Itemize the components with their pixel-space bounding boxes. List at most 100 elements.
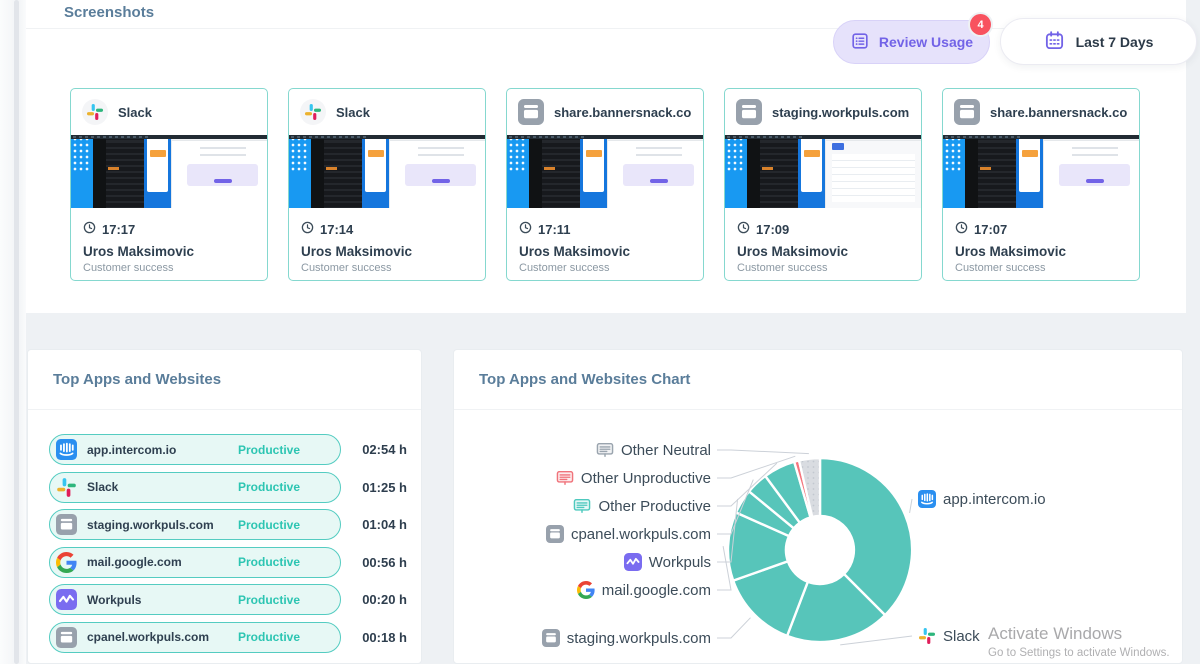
top-app-pill[interactable]: mail.google.com Productive: [49, 547, 341, 578]
browser-icon: [954, 99, 980, 125]
top-app-row: staging.workpuls.com Productive 01:04 h: [49, 509, 407, 540]
top-apps-panel-title: Top Apps and Websites: [28, 350, 421, 410]
screenshot-card-header: share.bannersnack.com: [943, 89, 1139, 135]
browser-icon: [56, 627, 77, 648]
top-app-row: Slack Productive 01:25 h: [49, 472, 407, 503]
monitor-icon: [596, 441, 614, 459]
productivity-label: Productive: [238, 593, 300, 607]
app-name: cpanel.workpuls.com: [87, 630, 209, 644]
screenshot-user-team: Customer success: [955, 262, 1127, 274]
screenshot-card[interactable]: share.bannersnack.com 17:07 Uros Maksimo…: [942, 88, 1140, 281]
slack-icon: [918, 627, 936, 645]
app-name: app.intercom.io: [87, 443, 176, 457]
screenshot-user-name: Uros Maksimovic: [737, 244, 909, 259]
screenshot-card[interactable]: share.bannersnack.com 17:11 Uros Maksimo…: [506, 88, 704, 281]
screenshot-card[interactable]: Slack 17:17 Uros Maksimovic Customer suc…: [70, 88, 268, 281]
screenshot-thumbnail[interactable]: [943, 135, 1139, 212]
app-usage-time: 00:18 h: [341, 630, 407, 645]
productivity-label: Productive: [238, 480, 300, 494]
intercom-icon: [918, 490, 936, 508]
screenshot-time: 17:17: [102, 222, 135, 237]
review-usage-badge: 4: [970, 14, 991, 35]
screenshot-card[interactable]: staging.workpuls.com 17:09 Uros Maksimov…: [724, 88, 922, 281]
monitor-icon: [573, 497, 591, 515]
review-usage-label: Review Usage: [879, 34, 973, 50]
chart-callout-label: app.intercom.io: [918, 490, 1046, 508]
productivity-label: Productive: [238, 630, 300, 644]
activate-windows-watermark: Activate Windows Go to Settings to activ…: [988, 624, 1170, 659]
screenshot-user-name: Uros Maksimovic: [301, 244, 473, 259]
slack-icon: [300, 99, 326, 125]
chart-label-text: Other Neutral: [621, 442, 711, 459]
browser-icon: [736, 99, 762, 125]
browser-icon: [546, 525, 564, 543]
chart-label-text: cpanel.workpuls.com: [571, 526, 711, 543]
top-app-pill[interactable]: cpanel.workpuls.com Productive: [49, 622, 341, 653]
screenshot-thumbnail[interactable]: [725, 135, 921, 212]
top-app-row: Workpuls Productive 00:20 h: [49, 584, 407, 615]
top-apps-panel: Top Apps and Websites app.intercom.io Pr…: [27, 349, 422, 664]
date-range-button[interactable]: Last 7 Days: [1000, 18, 1197, 65]
top-app-pill[interactable]: staging.workpuls.com Productive: [49, 509, 341, 540]
screenshot-time: 17:09: [756, 222, 789, 237]
clock-icon: [301, 221, 314, 237]
screenshot-card[interactable]: Slack 17:14 Uros Maksimovic Customer suc…: [288, 88, 486, 281]
productivity-label: Productive: [238, 443, 300, 457]
top-app-pill[interactable]: app.intercom.io Productive: [49, 434, 341, 465]
screenshot-card-header: Slack: [71, 89, 267, 135]
top-apps-chart-panel: Top Apps and Websites Chart app.intercom…: [453, 349, 1183, 664]
screenshot-app-name: share.bannersnack.com: [990, 105, 1128, 120]
screenshot-user-name: Uros Maksimovic: [83, 244, 255, 259]
monitor-icon: [556, 469, 574, 487]
workpuls-dashboard: { "screenshots_section": { "title": "Scr…: [0, 0, 1200, 664]
chart-leader-line: [717, 618, 751, 638]
app-usage-time: 00:20 h: [341, 592, 407, 607]
intercom-icon: [56, 439, 77, 460]
app-usage-time: 00:56 h: [341, 555, 407, 570]
app-usage-time: 01:04 h: [341, 517, 407, 532]
review-usage-button[interactable]: Review Usage 4: [833, 20, 990, 64]
screenshot-user-name: Uros Maksimovic: [519, 244, 691, 259]
app-name: Slack: [87, 480, 118, 494]
screenshot-app-name: Slack: [118, 105, 152, 120]
productivity-label: Productive: [238, 518, 300, 532]
chart-callout-label: Other Neutral: [596, 441, 711, 459]
top-app-row: cpanel.workpuls.com Productive 00:18 h: [49, 622, 407, 653]
clock-icon: [83, 221, 96, 237]
screenshot-app-name: staging.workpuls.com: [772, 105, 909, 120]
date-range-label: Last 7 Days: [1076, 34, 1154, 50]
screenshot-thumbnail[interactable]: [507, 135, 703, 212]
watermark-line2: Go to Settings to activate Windows.: [988, 647, 1170, 659]
chart-leader-line: [910, 499, 912, 513]
sidebar-scrollbar[interactable]: [14, 0, 19, 664]
screenshot-user-team: Customer success: [737, 262, 909, 274]
screenshot-card-header: Slack: [289, 89, 485, 135]
chart-label-text: Other Productive: [598, 498, 711, 515]
chart-label-text: Workpuls: [649, 554, 711, 571]
top-app-pill[interactable]: Slack Productive: [49, 472, 341, 503]
browser-icon: [518, 99, 544, 125]
screenshot-time: 17:14: [320, 222, 353, 237]
screenshot-card-meta: 17:11 Uros Maksimovic Customer success: [507, 212, 703, 274]
chart-leader-line: [717, 450, 809, 454]
screenshot-cards-row: Slack 17:17 Uros Maksimovic Customer suc…: [70, 88, 1140, 281]
chart-panel-title: Top Apps and Websites Chart: [454, 350, 1182, 410]
chart-label-text: Other Unproductive: [581, 470, 711, 487]
chart-label-text: Slack: [943, 628, 980, 645]
google-icon: [577, 581, 595, 599]
screenshot-card-header: share.bannersnack.com: [507, 89, 703, 135]
chart-label-text: app.intercom.io: [943, 491, 1046, 508]
chart-callout-label: mail.google.com: [577, 581, 711, 599]
app-name: mail.google.com: [87, 555, 182, 569]
screenshot-card-meta: 17:14 Uros Maksimovic Customer success: [289, 212, 485, 274]
screenshot-user-team: Customer success: [83, 262, 255, 274]
chart-label-text: mail.google.com: [602, 582, 711, 599]
app-name: Workpuls: [87, 593, 141, 607]
screenshot-time: 17:07: [974, 222, 1007, 237]
screenshot-card-header: staging.workpuls.com: [725, 89, 921, 135]
screenshot-thumbnail[interactable]: [71, 135, 267, 212]
workpuls-icon: [624, 553, 642, 571]
slack-icon: [56, 477, 77, 498]
screenshot-thumbnail[interactable]: [289, 135, 485, 212]
top-app-pill[interactable]: Workpuls Productive: [49, 584, 341, 615]
